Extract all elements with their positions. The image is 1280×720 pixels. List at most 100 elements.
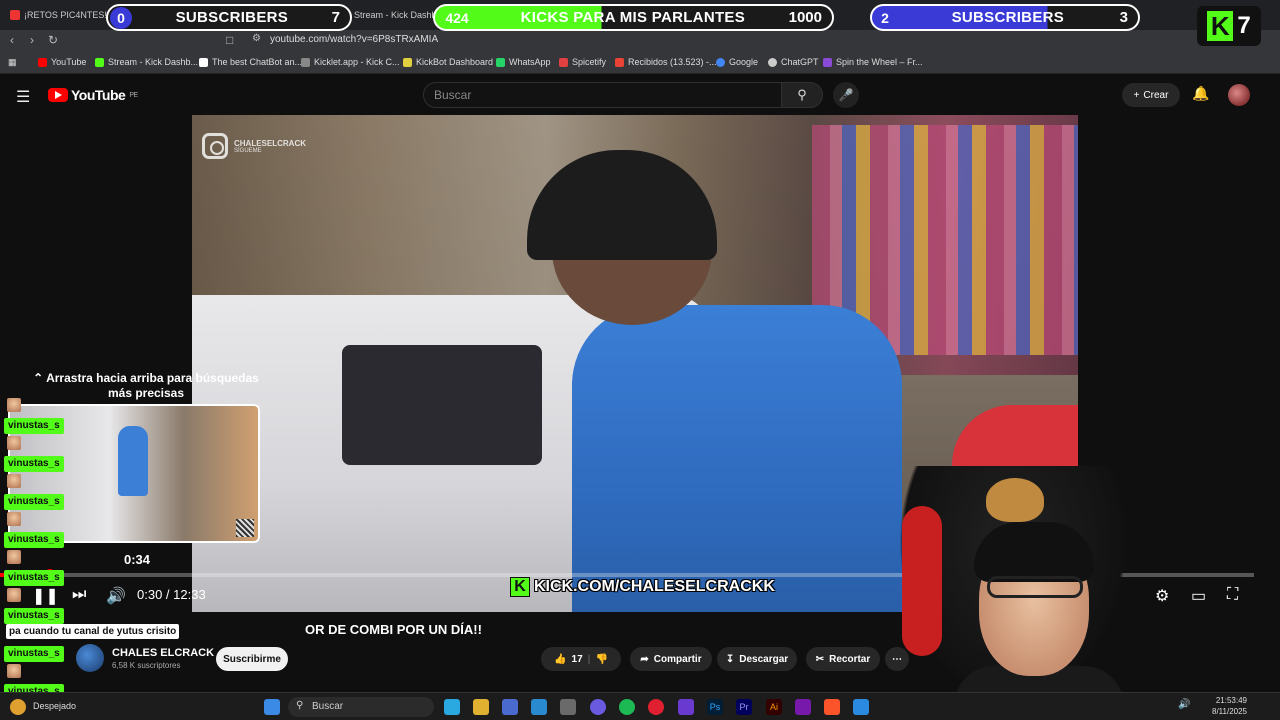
app-icon[interactable]	[678, 699, 694, 715]
goal-label: KICKS PARA MIS PARLANTES	[520, 9, 746, 26]
weather-icon[interactable]	[10, 699, 26, 715]
bookmark-whatsapp[interactable]: WhatsApp	[496, 57, 551, 67]
bookmark-kick-dashboard[interactable]: Stream - Kick Dashb...	[95, 57, 198, 67]
clock-date: 8/11/2025	[1212, 707, 1247, 716]
taskbar-search[interactable]: ⚲ Buscar	[288, 697, 434, 717]
next-icon[interactable]: ⏭	[72, 586, 86, 604]
clock-time: 21:53:49	[1215, 696, 1247, 705]
reload-icon[interactable]: ↻	[48, 33, 58, 47]
windows-start-icon[interactable]	[264, 699, 280, 715]
bookmarks-bar: ▦ YouTube Stream - Kick Dashb... The bes…	[0, 52, 1280, 74]
chat-username: vinustas_s	[4, 570, 64, 586]
share-button[interactable]: ➦ Compartir	[630, 647, 712, 671]
search-icon: ⚲	[797, 87, 807, 102]
create-button[interactable]: + Crear	[1122, 83, 1180, 107]
download-label: Descargar	[739, 653, 789, 665]
goal-target: 3	[1119, 9, 1128, 26]
dislike-icon[interactable]: 👎	[595, 654, 607, 665]
instagram-handle: CHALESELCRACK	[234, 138, 306, 148]
preview-man	[118, 426, 148, 496]
search-input[interactable]: Buscar	[423, 82, 783, 108]
kick-logo-icon: K	[510, 577, 530, 597]
copilot-icon[interactable]	[444, 699, 460, 715]
bookmark-gmail[interactable]: Recibidos (13.523) -...	[615, 57, 717, 67]
discord-icon[interactable]	[590, 699, 606, 715]
system-clock[interactable]: 21:53:49 8/11/2025	[1212, 695, 1247, 717]
app-icon[interactable]	[853, 699, 869, 715]
swipe-hint: ⌃ Arrastra hacia arriba para búsquedas m…	[26, 371, 266, 401]
bookmark-spin-the-wheel[interactable]: Spin the Wheel – Fr...	[823, 57, 923, 67]
menu-icon[interactable]: ☰	[16, 87, 30, 107]
browser-tab[interactable]: ¡RETOS PIC4NTES!	[10, 4, 107, 26]
download-button[interactable]: ↧ Descargar	[717, 647, 797, 671]
instagram-cta: SÍGUEME	[234, 147, 262, 154]
chat-username: vinustas_s	[4, 494, 64, 510]
volume-icon[interactable]: 🔊	[106, 586, 126, 606]
man-cap	[527, 150, 717, 260]
bookmark-icon[interactable]: □	[226, 33, 233, 47]
bookmark-google[interactable]: Google	[716, 57, 758, 67]
notifications-bell-icon[interactable]: 🔔	[1192, 85, 1209, 102]
preview-qr	[236, 519, 254, 537]
share-label: Compartir	[653, 653, 702, 665]
subscribe-button[interactable]: Suscribirme	[216, 647, 288, 671]
chevron-up-icon: ⌃	[33, 371, 44, 385]
voice-search-button[interactable]: 🎤	[833, 82, 859, 108]
bookmark-youtube[interactable]: YouTube	[38, 57, 86, 67]
goal-label: SUBSCRIBERS	[175, 9, 289, 26]
opera-icon[interactable]	[648, 699, 664, 715]
swipe-hint-text: Arrastra hacia arriba para búsquedas más…	[46, 371, 259, 400]
premiere-icon[interactable]: Pr	[736, 699, 752, 715]
goal-label: SUBSCRIBERS	[951, 9, 1065, 26]
weather-label[interactable]: Despejado	[33, 701, 76, 711]
clip-label: Recortar	[829, 653, 871, 665]
region-code: PE	[129, 91, 138, 99]
brave-icon[interactable]	[824, 699, 840, 715]
goal-current: 2	[881, 9, 889, 26]
site-info-icon[interactable]: ⚙	[252, 33, 261, 44]
instagram-watermark: CHALESELCRACK SÍGUEME	[202, 133, 306, 159]
goal-target: 7	[331, 9, 340, 26]
subscribers-goal-right: 2 SUBSCRIBERS 3	[870, 4, 1140, 31]
avatar[interactable]	[1228, 84, 1250, 106]
pause-icon[interactable]: ❚❚	[32, 586, 59, 606]
fullscreen-icon[interactable]: ⛶	[1227, 586, 1238, 604]
current-time: 0:30	[137, 587, 163, 602]
browser-tab[interactable]: Stream - Kick Dashboa	[340, 4, 447, 26]
channel-name[interactable]: CHALES ELCRACK	[112, 647, 214, 659]
bookmark-chatgpt[interactable]: ChatGPT	[768, 57, 819, 67]
youtube-favicon-icon	[10, 10, 20, 20]
clip-button[interactable]: ✂ Recortar	[806, 647, 880, 671]
bookmark-chatbot[interactable]: The best ChatBot an...	[199, 57, 302, 67]
photoshop-icon[interactable]: Ps	[707, 699, 723, 715]
settings-gear-icon[interactable]: ⚙	[1155, 586, 1169, 606]
chat-avatar	[7, 474, 21, 488]
goal-target: 1000	[788, 9, 822, 26]
store-icon[interactable]	[502, 699, 518, 715]
illustrator-icon[interactable]: Ai	[766, 699, 782, 715]
chat-avatar	[7, 550, 21, 564]
theater-mode-icon[interactable]: ▭	[1191, 586, 1206, 606]
back-icon[interactable]: ‹	[10, 33, 14, 47]
scissors-icon: ✂	[815, 653, 825, 665]
app-icon[interactable]	[531, 699, 547, 715]
chat-avatar	[7, 664, 21, 678]
calculator-icon[interactable]	[560, 699, 576, 715]
bookmark-spicetify[interactable]: Spicetify	[559, 57, 606, 67]
url-field[interactable]: youtube.com/watch?v=6P8sTRxAMIA	[270, 34, 438, 45]
like-count[interactable]: 17	[572, 654, 583, 665]
onenote-icon[interactable]	[795, 699, 811, 715]
channel-avatar[interactable]	[76, 644, 104, 672]
spotify-icon[interactable]	[619, 699, 635, 715]
search-button[interactable]: ⚲	[781, 82, 823, 108]
apps-grid-icon[interactable]: ▦	[8, 57, 17, 68]
like-icon[interactable]: 👍	[554, 654, 566, 665]
file-explorer-icon[interactable]	[473, 699, 489, 715]
forward-icon[interactable]: ›	[30, 33, 34, 47]
kick-badge-count: 7	[1237, 12, 1251, 39]
youtube-logo[interactable]: YouTube PE	[48, 87, 138, 103]
chat-avatar	[7, 588, 21, 602]
bookmark-kicklet[interactable]: Kicklet.app - Kick C...	[301, 57, 400, 67]
bookmark-kickbot[interactable]: KickBot Dashboard	[403, 57, 493, 67]
volume-tray-icon[interactable]: 🔊	[1178, 699, 1194, 715]
